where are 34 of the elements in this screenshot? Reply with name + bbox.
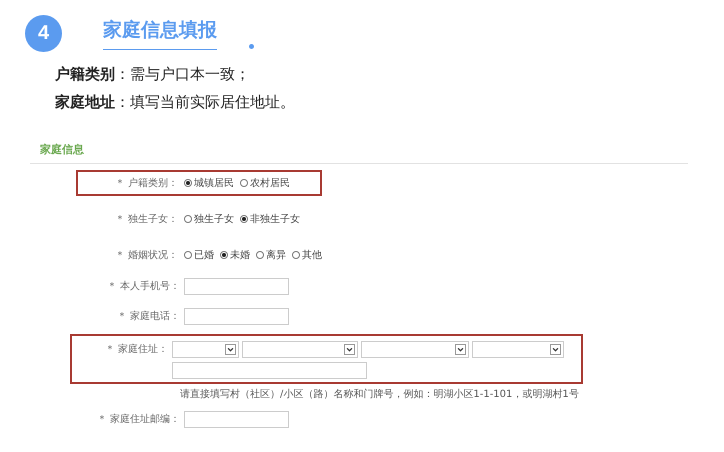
dropdown-icon bbox=[455, 344, 466, 355]
field-label: ＊ 婚姻状况： bbox=[114, 248, 178, 262]
field-label: ＊ 家庭住址邮编： bbox=[96, 412, 180, 426]
note-text: 户籍类别：需与户口本一致； bbox=[55, 65, 251, 84]
dropdown[interactable] bbox=[242, 341, 358, 358]
section-heading: 家庭信息填报 bbox=[103, 15, 217, 50]
dropdown[interactable] bbox=[172, 341, 239, 358]
note-text: 家庭地址：填写当前实际居住地址。 bbox=[55, 93, 296, 112]
dropdown[interactable] bbox=[472, 341, 564, 358]
field-label: ＊ 户籍类别： bbox=[114, 176, 178, 190]
dropdown-icon bbox=[344, 344, 355, 355]
radio-option[interactable]: 已婚 bbox=[184, 248, 214, 262]
field-label: ＊ 家庭电话： bbox=[116, 310, 180, 323]
radio-option[interactable]: 独生子女 bbox=[184, 212, 234, 226]
step-number: 4 bbox=[25, 15, 62, 52]
dropdown[interactable] bbox=[361, 341, 469, 358]
dropdown-icon bbox=[225, 344, 236, 355]
form-section-title: 家庭信息 bbox=[30, 142, 688, 164]
radio-option[interactable]: 非独生子女 bbox=[240, 212, 300, 226]
field-label: ＊ 家庭住址： bbox=[104, 342, 168, 357]
radio-option[interactable]: 农村居民 bbox=[240, 176, 290, 190]
input-field[interactable] bbox=[184, 278, 289, 294]
radio-option[interactable]: 其他 bbox=[292, 248, 322, 262]
radio-option[interactable]: 城镇居民 bbox=[184, 176, 234, 190]
field-label: ＊ 本人手机号： bbox=[106, 280, 180, 293]
input-field[interactable] bbox=[172, 362, 367, 379]
radio-option[interactable]: 未婚 bbox=[220, 248, 250, 262]
field-label: ＊ 独生子女： bbox=[114, 212, 178, 226]
dot-icon bbox=[249, 44, 254, 49]
input-field[interactable] bbox=[184, 308, 289, 324]
radio-option[interactable]: 离异 bbox=[256, 248, 286, 262]
hint-text: 请直接填写村（社区）/小区（路）名称和门牌号，例如：明湖小区1-1-101，或明湖村1号 bbox=[180, 388, 580, 402]
input-field[interactable] bbox=[184, 410, 289, 428]
dropdown-icon bbox=[550, 344, 561, 355]
